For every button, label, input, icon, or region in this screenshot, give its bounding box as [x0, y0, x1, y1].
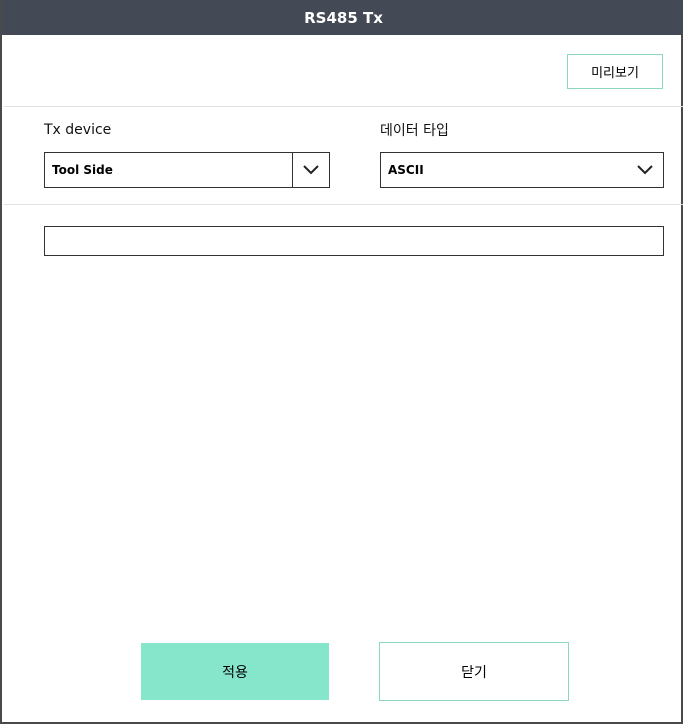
tx-device-label: Tx device [44, 122, 112, 138]
dialog-title: RS485 Tx [304, 8, 383, 27]
divider-middle [4, 204, 683, 205]
tx-device-value: Tool Side [52, 163, 113, 177]
data-type-value: ASCII [388, 163, 424, 177]
tx-device-select[interactable]: Tool Side [44, 152, 330, 188]
close-button[interactable]: 닫기 [379, 642, 569, 701]
preview-button[interactable]: 미리보기 [567, 54, 663, 89]
data-input[interactable] [44, 226, 664, 256]
divider-top [4, 106, 683, 107]
apply-button[interactable]: 적용 [141, 643, 329, 700]
data-type-label: 데이터 타입 [380, 123, 449, 139]
chevron-down-icon[interactable] [627, 153, 663, 187]
rs485-tx-dialog: RS485 Tx 미리보기 Tx device Tool Side 데이터 타입… [0, 0, 683, 724]
title-bar: RS485 Tx [2, 0, 683, 35]
data-type-select[interactable]: ASCII [380, 152, 664, 188]
chevron-down-icon[interactable] [292, 153, 329, 187]
